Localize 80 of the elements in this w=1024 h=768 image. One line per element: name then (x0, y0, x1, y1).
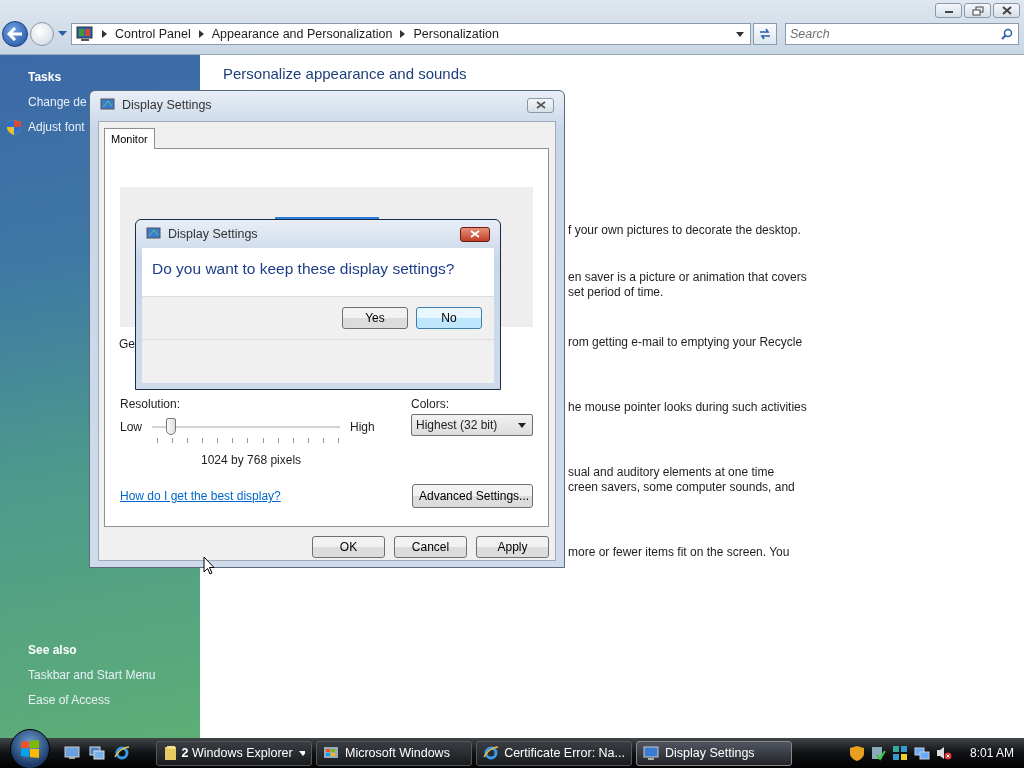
colors-label: Colors: (411, 397, 450, 411)
network-icon[interactable] (913, 745, 930, 761)
breadcrumb-arrow-icon[interactable] (400, 30, 406, 38)
refresh-icon (758, 28, 772, 40)
close-button[interactable] (993, 3, 1020, 18)
history-caret-icon[interactable] (58, 31, 67, 37)
windows-logo-icon (19, 738, 41, 760)
grid-icon[interactable] (891, 745, 908, 761)
close-icon (470, 230, 480, 238)
taskbar-button[interactable]: Certificate Error: Na... (476, 740, 632, 766)
windows-logo-icon (323, 745, 339, 761)
close-icon (535, 101, 546, 109)
back-button[interactable] (2, 21, 28, 47)
search-field[interactable]: Search (785, 23, 1019, 45)
breadcrumb-item[interactable]: Control Panel (115, 27, 191, 41)
low-label: Low (120, 420, 142, 434)
breadcrumb-arrow-icon[interactable] (198, 30, 204, 38)
description-text: sual and auditory elements at one time creen savers, some computer sounds, and (568, 465, 796, 495)
taskbar-button[interactable]: Microsoft Windows (316, 740, 472, 766)
colors-dropdown[interactable]: Highest (32 bit) (411, 414, 533, 436)
slider-thumb[interactable] (165, 418, 176, 435)
search-icon (1001, 28, 1013, 40)
description-text: he mouse pointer looks during such activities (568, 400, 808, 415)
see-also-heading: See also (27, 643, 78, 659)
refresh-button[interactable] (753, 23, 777, 45)
display-icon (146, 226, 162, 242)
close-button[interactable] (460, 226, 490, 242)
folder-icon (163, 745, 176, 761)
address-bar[interactable]: Control Panel Appearance and Personalization Personalization (71, 23, 751, 45)
taskbar-button[interactable]: 2 Windows Explorer (156, 740, 312, 766)
task-link[interactable]: Change de (28, 95, 87, 109)
control-panel-icon (76, 26, 94, 42)
dialog-button[interactable]: Apply (476, 536, 549, 558)
monitor-icon (643, 745, 659, 761)
taskbar-button[interactable]: Display Settings (636, 740, 792, 766)
page-heading: Personalize appearance and sounds (223, 65, 468, 83)
task-link[interactable]: Adjust font (28, 120, 85, 134)
description-text: en saver is a picture or animation that covers set period of time. (568, 270, 808, 300)
dialog-button[interactable]: Cancel (394, 536, 467, 558)
start-button[interactable] (10, 729, 50, 768)
minimize-button[interactable] (935, 3, 962, 18)
help-link[interactable]: How do I get the best display? (120, 489, 281, 503)
window-title: Display Settings (168, 227, 258, 241)
description-text: rom getting e-mail to emptying your Recycle (568, 335, 804, 350)
browser-icon (483, 745, 499, 761)
resolution-slider[interactable] (152, 418, 340, 436)
restore-button[interactable] (964, 3, 991, 18)
shield-icon[interactable] (849, 745, 864, 761)
browser-icon[interactable] (114, 745, 130, 761)
high-label: High (350, 420, 375, 434)
breadcrumb-arrow-icon[interactable] (102, 30, 107, 38)
dropdown-caret-icon[interactable] (736, 31, 744, 37)
dialog-button[interactable]: OK (312, 536, 385, 558)
description-text: f your own pictures to decorate the desktop. (568, 223, 802, 238)
breadcrumb-item[interactable]: Personalization (413, 27, 499, 41)
tasks-heading: Tasks (27, 70, 63, 86)
advanced-settings-button[interactable]: Advanced Settings... (412, 484, 533, 508)
close-button[interactable] (527, 97, 554, 113)
window-title: Display Settings (122, 98, 212, 112)
resolution-reading: 1024 by 768 pixels (201, 453, 303, 467)
security-icon[interactable] (869, 745, 886, 761)
window-switch-icon[interactable] (89, 746, 105, 760)
dialog-button[interactable]: No (416, 307, 482, 329)
back-arrow-icon (7, 27, 23, 41)
description-text: more or fewer items fit on the screen. You (568, 545, 791, 560)
tab[interactable]: Monitor (104, 128, 155, 149)
caret-icon[interactable] (298, 750, 305, 756)
resolution-label: Resolution: (120, 397, 182, 411)
restore-icon (971, 5, 984, 16)
clock[interactable]: 8:01 AM (969, 746, 1014, 760)
question-text: Do you want to keep these display settings? (151, 259, 456, 279)
dialog-button[interactable]: Yes (342, 307, 408, 329)
caret-icon (518, 422, 526, 428)
breadcrumb-item[interactable]: Appearance and Personalization (211, 27, 393, 41)
label-text: Ge (119, 337, 135, 351)
muted-speaker-icon[interactable] (935, 745, 952, 761)
close-icon (1001, 6, 1012, 15)
display-icon (100, 97, 116, 113)
mouse-pointer-icon (203, 556, 215, 575)
desktop-icon[interactable] (64, 746, 80, 760)
